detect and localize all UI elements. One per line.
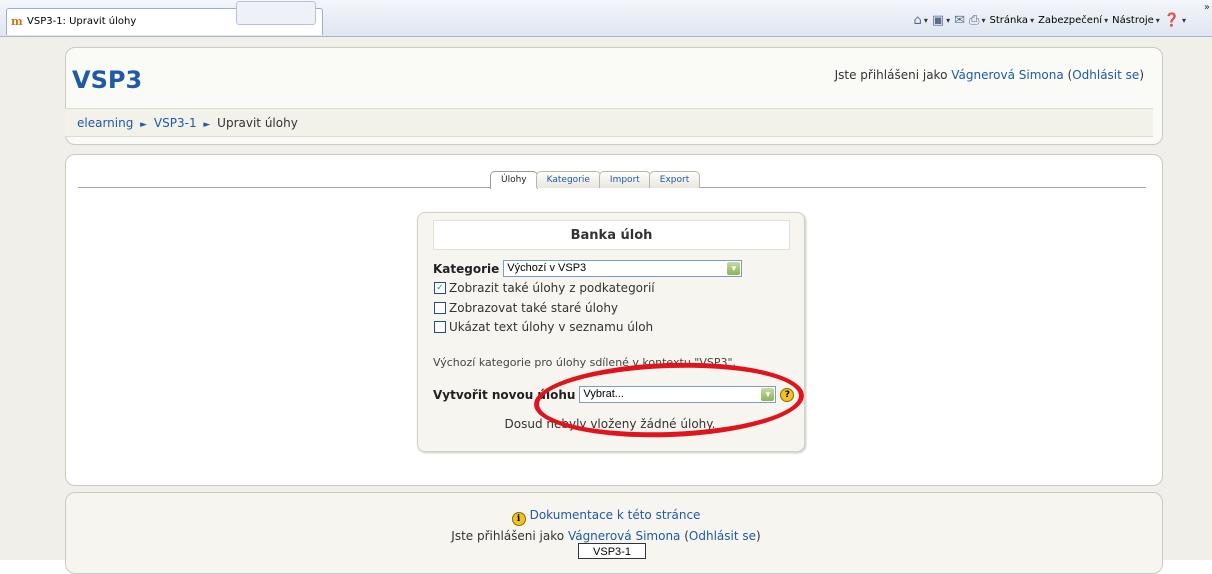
empty-message: Dosud nebyly vloženy žádné úlohy. xyxy=(504,417,716,431)
show-text-checkbox[interactable] xyxy=(434,321,446,333)
default-category-note: Výchozí kategorie pro úlohy sdílené v ko… xyxy=(433,356,737,369)
category-label: Kategorie xyxy=(433,261,500,276)
help-menu[interactable]: ❓ ▾ xyxy=(1164,13,1186,28)
mail-icon: ✉ xyxy=(954,12,966,28)
home-button[interactable]: ⌂ ▾ xyxy=(914,13,928,28)
breadcrumb-item-elearning[interactable]: elearning xyxy=(77,116,133,130)
documentation-row: i Dokumentace k této stránce xyxy=(0,508,1212,526)
question-bank-header: Banka úloh xyxy=(433,220,790,250)
tab-import[interactable]: Import xyxy=(598,171,651,188)
category-row: Kategorie Výchozí v VSP3 ▼ xyxy=(433,260,743,277)
mail-button[interactable]: ✉ xyxy=(954,13,965,28)
chevron-down-icon: ▾ xyxy=(1155,15,1160,25)
tab-questions[interactable]: Úlohy xyxy=(490,171,538,189)
security-menu[interactable]: Zabezpečení ▾ xyxy=(1038,15,1108,26)
browser-toolbar: m VSP3-1: Upravit úlohy ⌂ ▾ ▣ ▾ ✉ ⎙ ▾ Strán… xyxy=(0,0,1212,37)
checkbox-row-subcategories[interactable]: ✓ Zobrazit také úlohy z podkategorií xyxy=(434,281,655,295)
command-bar: ⌂ ▾ ▣ ▾ ✉ ⎙ ▾ Stránka ▾ Zabezpečení ▾ Nástroj… xyxy=(914,10,1204,30)
feeds-button[interactable]: ▣ ▾ xyxy=(932,13,950,28)
breadcrumb-item-current: Upravit úlohy xyxy=(217,116,298,130)
footer-login-prefix: Jste přihlášeni jako xyxy=(451,529,565,543)
old-questions-checkbox-label: Zobrazovat také staré úlohy xyxy=(449,301,619,315)
chevron-down-icon: ▾ xyxy=(1181,15,1186,25)
help-icon[interactable]: ? xyxy=(780,387,795,402)
chevron-down-icon: ▾ xyxy=(946,15,951,25)
new-question-select-value: Vybrat... xyxy=(583,388,624,400)
login-info: Jste přihlášeni jako Vágnerová Simona (O… xyxy=(834,68,1144,82)
new-tab-button[interactable] xyxy=(236,1,316,25)
tools-menu-label: Nástroje xyxy=(1112,14,1154,26)
chevron-down-icon: ▾ xyxy=(923,15,928,25)
rss-icon: ▣ xyxy=(931,12,945,28)
subcategories-checkbox-label: Zobrazit také úlohy z podkategorií xyxy=(449,281,655,295)
security-menu-label: Zabezpečení xyxy=(1038,14,1103,26)
page-menu[interactable]: Stránka ▾ xyxy=(989,15,1034,26)
show-text-checkbox-label: Ukázat text úlohy v seznamu úloh xyxy=(449,320,654,334)
site-title: VSP3 xyxy=(72,66,143,94)
chevron-down-icon: ▾ xyxy=(1030,15,1035,25)
question-bank-title: Banka úloh xyxy=(570,228,653,243)
footer-login-info: Jste přihlášeni jako Vágnerová Simona (O… xyxy=(451,529,761,543)
print-button[interactable]: ⎙ ▾ xyxy=(969,13,985,28)
new-question-type-select[interactable]: Vybrat... ▼ xyxy=(579,386,777,403)
printer-icon: ⎙ xyxy=(969,12,980,28)
category-select-value: Výchozí v VSP3 xyxy=(507,262,587,274)
breadcrumb-separator-icon: ► xyxy=(203,120,211,130)
tab-export[interactable]: Export xyxy=(648,171,701,188)
footer-user-name-link[interactable]: Vágnerová Simona xyxy=(568,529,680,543)
info-icon: i xyxy=(511,512,526,526)
breadcrumb: elearning ► VSP3-1 ► Upravit úlohy xyxy=(65,108,1153,137)
page-menu-label: Stránka xyxy=(989,14,1029,26)
checkbox-row-old-questions[interactable]: Zobrazovat také staré úlohy xyxy=(434,301,618,315)
new-question-label: Vytvořit novou úlohu xyxy=(433,387,576,402)
tools-menu[interactable]: Nástroje ▾ xyxy=(1112,15,1160,26)
tab-bar: Úlohy Kategorie Import Export xyxy=(490,171,701,189)
documentation-link[interactable]: Dokumentace k této stránce xyxy=(530,508,701,522)
chevron-down-icon: ▾ xyxy=(981,15,986,25)
user-name-link[interactable]: Vágnerová Simona xyxy=(951,68,1063,82)
more-commands-button[interactable]: » xyxy=(1204,2,1210,13)
tab-categories[interactable]: Kategorie xyxy=(535,171,601,188)
chevron-down-icon: ▾ xyxy=(1104,15,1109,25)
footer-logout-link[interactable]: Odhlásit se xyxy=(689,529,756,543)
course-home-button[interactable]: VSP3-1 xyxy=(578,543,646,559)
help-icon: ❓ xyxy=(1163,12,1180,28)
checkbox-row-show-text[interactable]: Ukázat text úlohy v seznamu úloh xyxy=(434,320,653,334)
moodle-icon: m xyxy=(11,15,23,28)
logout-link[interactable]: Odhlásit se xyxy=(1072,68,1139,82)
category-select[interactable]: Výchozí v VSP3 ▼ xyxy=(503,260,743,277)
home-icon: ⌂ xyxy=(913,12,922,28)
chevron-down-icon[interactable]: ▼ xyxy=(727,262,741,275)
breadcrumb-item-course[interactable]: VSP3-1 xyxy=(154,116,197,130)
breadcrumb-separator-icon: ► xyxy=(140,120,148,130)
old-questions-checkbox[interactable] xyxy=(434,302,446,314)
login-prefix: Jste přihlášeni jako xyxy=(834,68,948,82)
subcategories-checkbox[interactable]: ✓ xyxy=(434,282,446,294)
new-question-row: Vytvořit novou úlohu Vybrat... ▼ ? xyxy=(433,386,795,403)
chevron-down-icon[interactable]: ▼ xyxy=(761,388,775,401)
browser-tab-title: VSP3-1: Upravit úlohy xyxy=(27,16,137,27)
